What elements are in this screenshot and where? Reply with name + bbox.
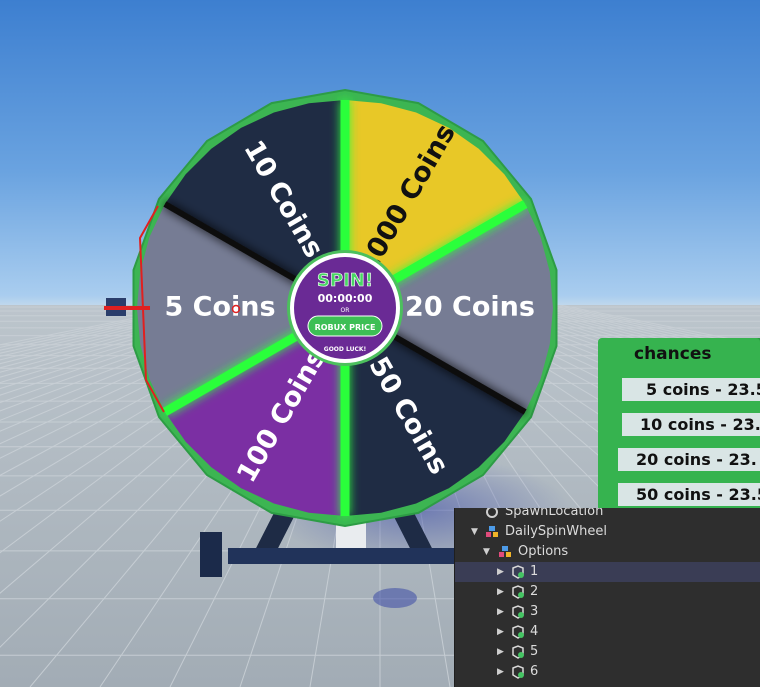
chances-title: chances [634, 344, 712, 364]
part-icon [511, 605, 525, 619]
chance-row-5: 5 coins - 23.5 [622, 378, 760, 401]
tree-item-spawnlocation[interactable]: SpawnLocation [455, 508, 760, 522]
spin-label[interactable]: SPIN! [317, 270, 374, 292]
tree-item-option-1[interactable]: ▶ 1 [455, 562, 760, 582]
chance-row-50: 50 coins - 23.5 [618, 483, 760, 506]
or-label: OR [341, 307, 350, 314]
part-icon [511, 645, 525, 659]
tree-item-option-5[interactable]: ▶ 5 [455, 642, 760, 662]
spawn-icon [485, 508, 499, 519]
chance-row-10: 10 coins - 23. [622, 413, 760, 436]
segment-20-coins-label: 20 Coins [405, 292, 535, 323]
chevron-right-icon[interactable]: ▶ [497, 662, 504, 682]
tree-item-option-6[interactable]: ▶ 6 [455, 662, 760, 682]
chance-row-20: 20 coins - 23. [618, 448, 760, 471]
chevron-right-icon[interactable]: ▶ [497, 602, 504, 622]
good-luck-label: GOOD LUCK! [324, 346, 366, 353]
part-icon [511, 565, 525, 579]
robux-price-label: ROBUX PRICE [315, 323, 376, 332]
tree-item-dailyspinwheel[interactable]: ▼ DailySpinWheel [455, 522, 760, 542]
game-viewport[interactable]: 1000 Coins 20 Coins 50 Coins 100 Coins 5 Coi… [0, 0, 760, 687]
timer-text: 00:00:00 [318, 292, 373, 305]
chevron-right-icon[interactable]: ▶ [497, 582, 504, 602]
tree-item-option-2[interactable]: ▶ 2 [455, 582, 760, 602]
tree-item-option-4[interactable]: ▶ 4 [455, 622, 760, 642]
explorer-panel: SpawnLocation ▼ DailySpinWheel ▼ Options… [454, 508, 760, 687]
chevron-right-icon[interactable]: ▶ [497, 622, 504, 642]
model-icon [485, 525, 499, 539]
chevron-down-icon[interactable]: ▼ [483, 542, 490, 562]
part-icon [511, 665, 525, 679]
chevron-right-icon[interactable]: ▶ [497, 562, 504, 582]
part-icon [511, 625, 525, 639]
chances-board: chances 5 coins - 23.5 10 coins - 23. 20… [598, 338, 760, 516]
tree-item-option-3[interactable]: ▶ 3 [455, 602, 760, 622]
chevron-down-icon[interactable]: ▼ [471, 522, 478, 542]
wheel-center-hub: SPIN! 00:00:00 OR ROBUX PRICE GOOD LUCK! [287, 250, 403, 366]
folder-icon [498, 545, 512, 559]
segment-5-coins-label: 5 Coins [164, 292, 275, 323]
tree-item-options[interactable]: ▼ Options [455, 542, 760, 562]
chevron-right-icon[interactable]: ▶ [497, 642, 504, 662]
part-icon [511, 585, 525, 599]
